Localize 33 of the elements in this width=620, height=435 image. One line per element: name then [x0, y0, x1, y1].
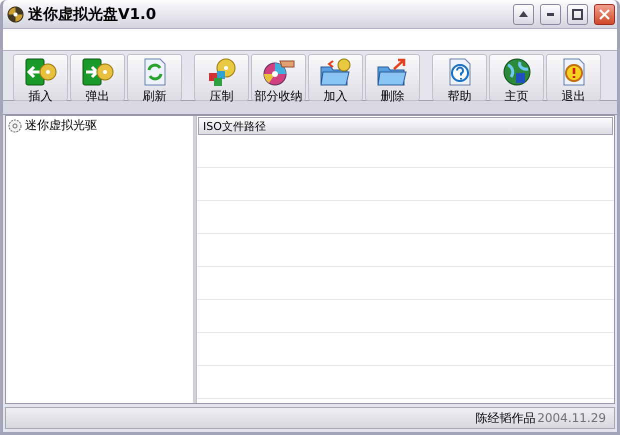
toolbar-button[interactable]: 退出	[546, 54, 601, 101]
date-text: 2004.11.29	[537, 411, 606, 425]
cd-drive-icon	[8, 118, 22, 132]
disc-icon	[7, 6, 24, 22]
close-button[interactable]	[594, 4, 615, 24]
folder-arrow-icon	[376, 57, 410, 87]
toolbar-button[interactable]: 刷新	[127, 54, 182, 101]
close-icon	[599, 8, 610, 20]
toolbar-button[interactable]: 帮助	[432, 54, 487, 101]
author-text: 陈经韬作品	[475, 410, 536, 426]
column-header[interactable]: ISO文件路径	[198, 117, 613, 135]
folder-disc-icon	[318, 57, 352, 87]
refresh-icon	[142, 57, 168, 87]
window-title: 迷你虚拟光盘V1.0	[28, 4, 158, 24]
minimize-icon	[547, 12, 554, 16]
toolbar-button[interactable]: 插入	[13, 54, 68, 101]
toolbar-button[interactable]: 部分收纳	[251, 54, 306, 101]
up-triangle-icon	[519, 11, 528, 17]
toolbar-button[interactable]: 加入	[308, 54, 363, 101]
help-icon	[446, 57, 472, 87]
maximize-icon	[572, 8, 583, 20]
door-arrow-disc-icon	[24, 57, 58, 87]
tree-item[interactable]: 迷你虚拟光驱	[25, 117, 97, 134]
maximize-button[interactable]	[567, 4, 588, 24]
toolbar-button[interactable]: 压制	[194, 54, 249, 101]
toolbar-button[interactable]: 弹出	[70, 54, 125, 101]
toolbar-button[interactable]: 主页	[489, 54, 544, 101]
toolbar-button[interactable]: 删除	[365, 54, 420, 101]
minimize-button[interactable]	[540, 4, 561, 24]
door-arrow-disc-icon	[80, 57, 114, 87]
globe-icon	[502, 57, 532, 87]
rollup-button[interactable]	[513, 4, 534, 24]
exclamation-icon	[560, 57, 586, 87]
